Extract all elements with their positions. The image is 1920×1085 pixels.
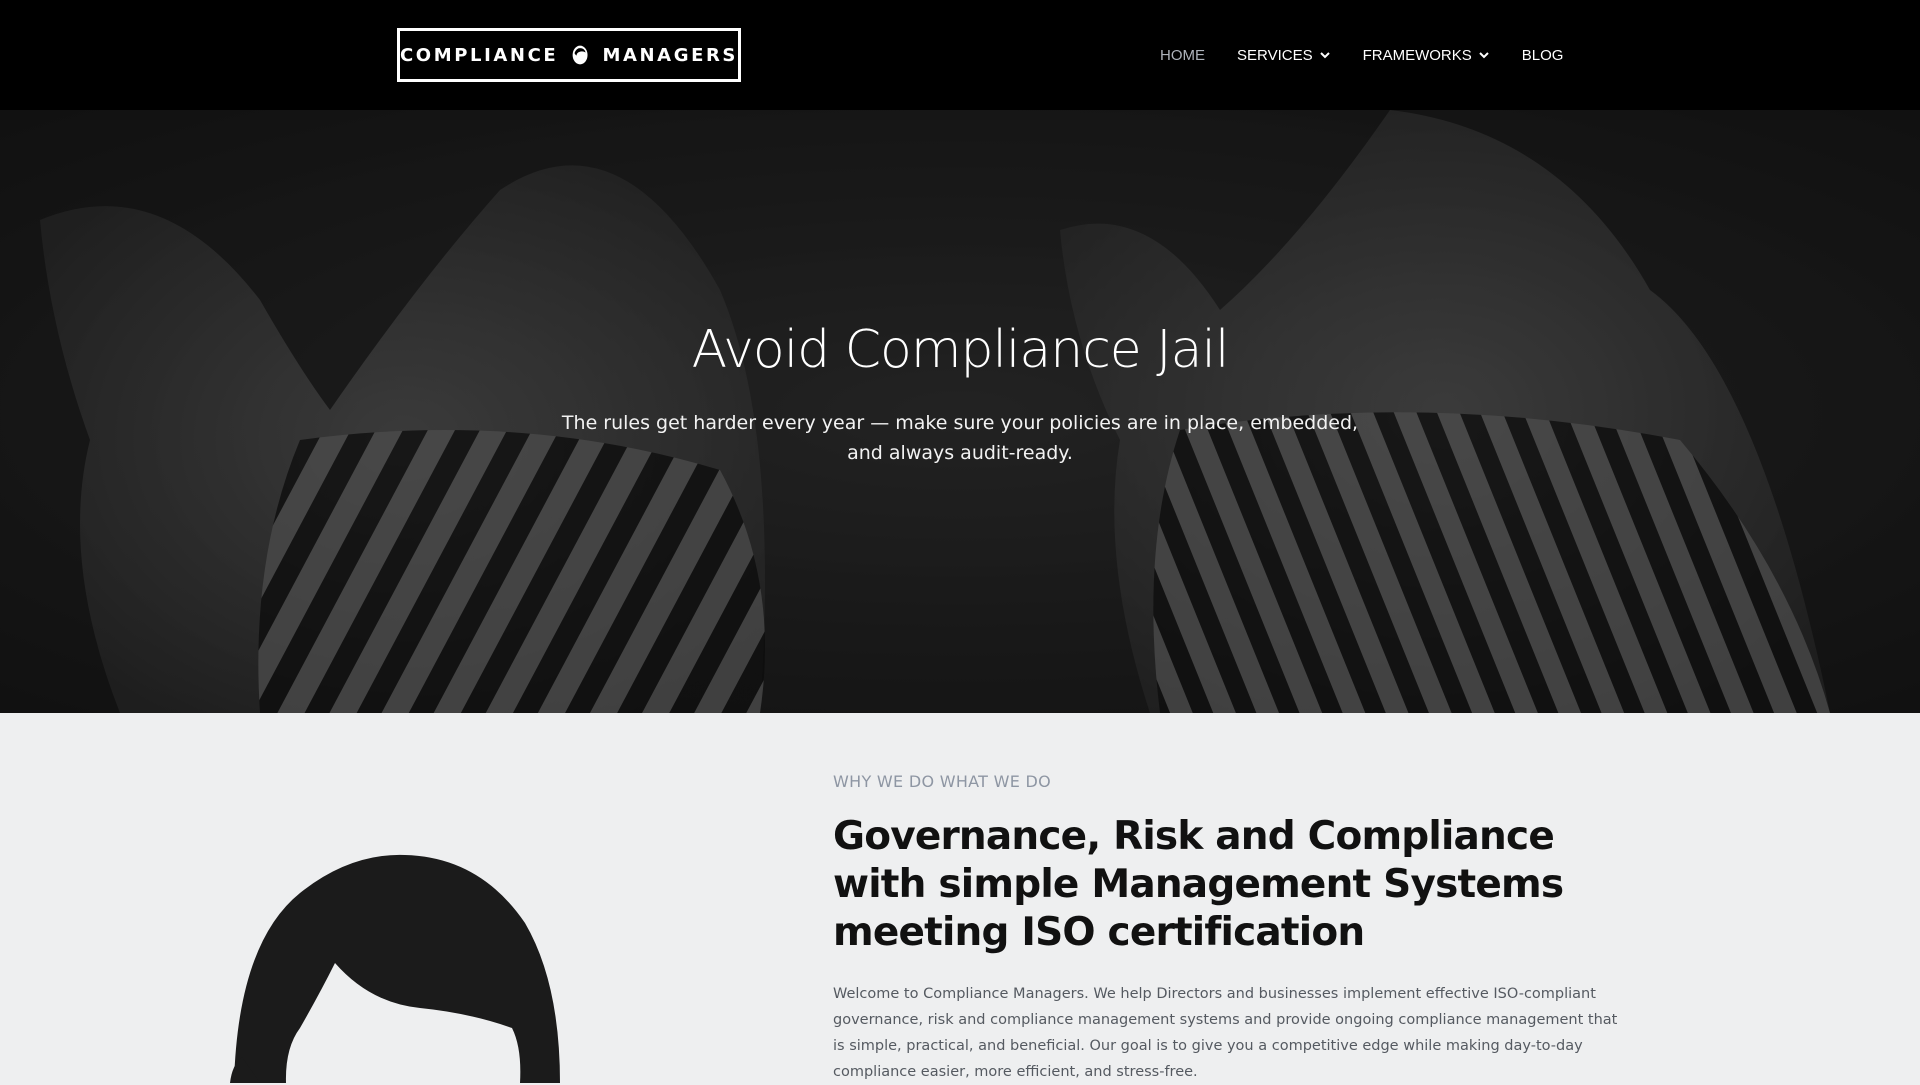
nav-item-home[interactable]: HOME	[1160, 47, 1205, 64]
nav-item-blog-label: BLOG	[1521, 46, 1564, 64]
nav-item-frameworks-label: FRAMEWORKS	[1362, 46, 1472, 64]
main-nav: HOME SERVICES FRAMEWORKS BLOG	[1160, 0, 1563, 110]
site-header: COMPLIANCE MANAGERS HOME SERVICES FRAMEW…	[0, 0, 1920, 110]
chevron-down-icon	[1479, 52, 1489, 59]
about-section: WHY WE DO WHAT WE DO Governance, Risk an…	[0, 713, 1920, 1083]
head-silhouette-icon	[572, 45, 588, 65]
hero-banner: Avoid Compliance Jail The rules get hard…	[0, 110, 1920, 713]
hero-title: Avoid Compliance Jail	[691, 320, 1230, 380]
logo-text-left: COMPLIANCE	[400, 44, 559, 66]
nav-item-blog[interactable]: BLOG	[1522, 47, 1564, 64]
hero-subtitle: The rules get harder every year — make s…	[561, 412, 1359, 464]
logo-text-right: MANAGERS	[602, 44, 738, 66]
site-logo[interactable]: COMPLIANCE MANAGERS	[397, 28, 741, 82]
nav-item-frameworks[interactable]: FRAMEWORKS	[1363, 47, 1490, 64]
section-eyebrow: WHY WE DO WHAT WE DO	[833, 772, 1052, 791]
section-heading: Governance, Risk and Compliance with sim…	[833, 814, 1564, 955]
nav-item-services-label: SERVICES	[1237, 46, 1313, 64]
section-body: Welcome to Compliance Managers. We help …	[833, 986, 1618, 1080]
chevron-down-icon	[1319, 52, 1330, 59]
nav-item-services[interactable]: SERVICES	[1237, 47, 1331, 64]
nav-item-home-label: HOME	[1160, 46, 1205, 64]
avatar-illustration	[230, 854, 560, 1083]
